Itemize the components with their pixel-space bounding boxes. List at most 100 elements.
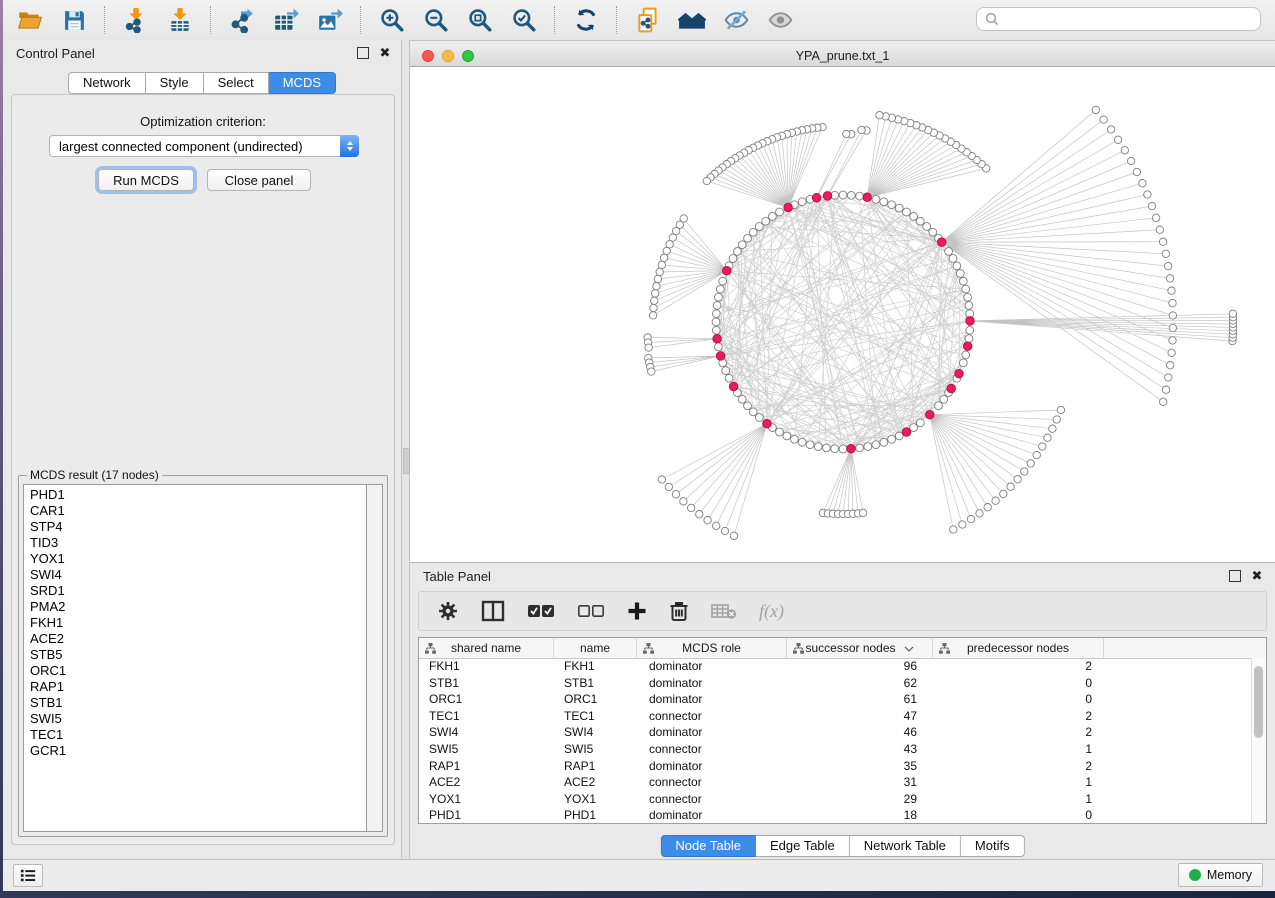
network-node[interactable]: [680, 498, 687, 505]
network-node[interactable]: [872, 441, 880, 449]
mcds-result-item[interactable]: TID3: [30, 535, 368, 551]
mcds-result-item[interactable]: TEC1: [30, 727, 368, 743]
network-node[interactable]: [959, 521, 966, 528]
cell-shared-name[interactable]: ORC1: [419, 692, 554, 709]
import-network-button[interactable]: [121, 5, 151, 35]
network-node[interactable]: [669, 234, 676, 241]
network-hub-node[interactable]: [955, 369, 964, 378]
cell-shared-name[interactable]: RAP1: [419, 759, 554, 776]
table-row-PHD1[interactable]: PHD1PHD1dominator180: [419, 808, 1266, 825]
network-node[interactable]: [856, 192, 864, 200]
network-node[interactable]: [888, 201, 896, 209]
zoom-selected-button[interactable]: [509, 5, 539, 35]
import-table-button[interactable]: [165, 5, 195, 35]
network-hub-node[interactable]: [847, 444, 856, 453]
export-image-button[interactable]: [315, 5, 345, 35]
network-node[interactable]: [696, 511, 703, 518]
delete-table-icon[interactable]: [711, 602, 737, 620]
network-node[interactable]: [749, 408, 757, 416]
cell-name[interactable]: TEC1: [554, 709, 637, 726]
network-node[interactable]: [672, 491, 679, 498]
network-node[interactable]: [1044, 434, 1051, 441]
mcds-result-item[interactable]: GCR1: [30, 743, 368, 759]
add-column-icon[interactable]: [627, 601, 647, 621]
network-hub-node[interactable]: [902, 428, 911, 437]
cell-successor-nodes[interactable]: 96: [787, 659, 933, 676]
network-node[interactable]: [798, 198, 806, 206]
cell-successor-nodes[interactable]: 18: [787, 808, 933, 825]
cell-name[interactable]: SWI5: [554, 742, 637, 759]
cell-predecessor-nodes[interactable]: 0: [933, 808, 1104, 825]
zoom-in-button[interactable]: [377, 5, 407, 35]
table-row-ACE2[interactable]: ACE2ACE2connector311: [419, 775, 1266, 792]
network-node[interactable]: [903, 208, 911, 216]
network-node[interactable]: [1014, 476, 1021, 483]
network-node[interactable]: [1007, 483, 1014, 490]
network-node[interactable]: [1144, 191, 1151, 198]
network-node[interactable]: [1148, 202, 1155, 209]
task-history-button[interactable]: [13, 864, 43, 887]
cell-name[interactable]: STB1: [554, 676, 637, 693]
network-node[interactable]: [959, 359, 967, 367]
table-row-SWI5[interactable]: SWI5SWI5connector431: [419, 742, 1266, 759]
table-row-ORC1[interactable]: ORC1ORC1dominator610: [419, 692, 1266, 709]
cell-successor-nodes[interactable]: 62: [787, 676, 933, 693]
network-node[interactable]: [806, 441, 814, 449]
cell-predecessor-nodes[interactable]: 1: [933, 792, 1104, 809]
tab-edge-table[interactable]: Edge Table: [756, 835, 850, 857]
mcds-result-item[interactable]: ORC1: [30, 663, 368, 679]
network-node[interactable]: [839, 445, 847, 453]
network-node[interactable]: [831, 445, 839, 453]
table-scrollbar-thumb[interactable]: [1254, 666, 1263, 738]
tab-style[interactable]: Style: [146, 72, 204, 94]
column-header-shared-name[interactable]: shared name: [419, 638, 554, 658]
cell-MCDS-role[interactable]: dominator: [637, 759, 787, 776]
network-node[interactable]: [916, 217, 924, 225]
network-node[interactable]: [755, 414, 763, 422]
network-node[interactable]: [769, 213, 777, 221]
network-hub-node[interactable]: [823, 192, 832, 201]
network-hub-node[interactable]: [963, 342, 972, 351]
function-builder-icon[interactable]: f(x): [759, 601, 784, 622]
network-node[interactable]: [814, 443, 822, 451]
mcds-result-item[interactable]: PHD1: [30, 487, 368, 503]
network-node[interactable]: [910, 213, 918, 221]
network-node[interactable]: [762, 217, 770, 225]
network-node[interactable]: [1049, 425, 1056, 432]
network-node[interactable]: [1027, 460, 1034, 467]
cell-name[interactable]: RAP1: [554, 759, 637, 776]
network-node[interactable]: [956, 270, 964, 278]
mcds-result-item[interactable]: PMA2: [30, 599, 368, 615]
show-all-button[interactable]: [765, 5, 795, 35]
cell-MCDS-role[interactable]: connector: [637, 775, 787, 792]
network-node[interactable]: [650, 304, 657, 311]
network-node[interactable]: [967, 515, 974, 522]
network-node[interactable]: [1159, 238, 1166, 245]
close-table-panel-icon[interactable]: ✖: [1251, 570, 1263, 582]
mcds-result-list[interactable]: PHD1CAR1STP4TID3YOX1SWI4SRD1PMA2FKH1ACE2…: [23, 484, 368, 832]
network-node[interactable]: [1160, 398, 1167, 405]
network-node[interactable]: [945, 248, 953, 256]
network-node[interactable]: [964, 293, 972, 301]
tab-network[interactable]: Network: [68, 72, 146, 94]
network-node[interactable]: [1169, 299, 1176, 306]
result-scrollbar[interactable]: [366, 484, 383, 832]
network-node[interactable]: [953, 262, 961, 270]
network-node[interactable]: [719, 277, 727, 285]
cell-MCDS-role[interactable]: connector: [637, 709, 787, 726]
zoom-fit-button[interactable]: [465, 5, 495, 35]
network-node[interactable]: [1156, 226, 1163, 233]
network-node[interactable]: [658, 476, 665, 483]
search-input[interactable]: [1005, 11, 1252, 27]
network-node[interactable]: [1100, 116, 1107, 123]
network-node[interactable]: [1000, 490, 1007, 497]
network-node[interactable]: [962, 285, 970, 293]
network-node[interactable]: [734, 248, 742, 256]
network-node[interactable]: [783, 432, 791, 440]
cell-shared-name[interactable]: ACE2: [419, 775, 554, 792]
network-node[interactable]: [649, 312, 656, 319]
network-node[interactable]: [715, 343, 723, 351]
network-node[interactable]: [798, 438, 806, 446]
network-node[interactable]: [888, 435, 896, 443]
settings-gear-icon[interactable]: [437, 600, 459, 622]
